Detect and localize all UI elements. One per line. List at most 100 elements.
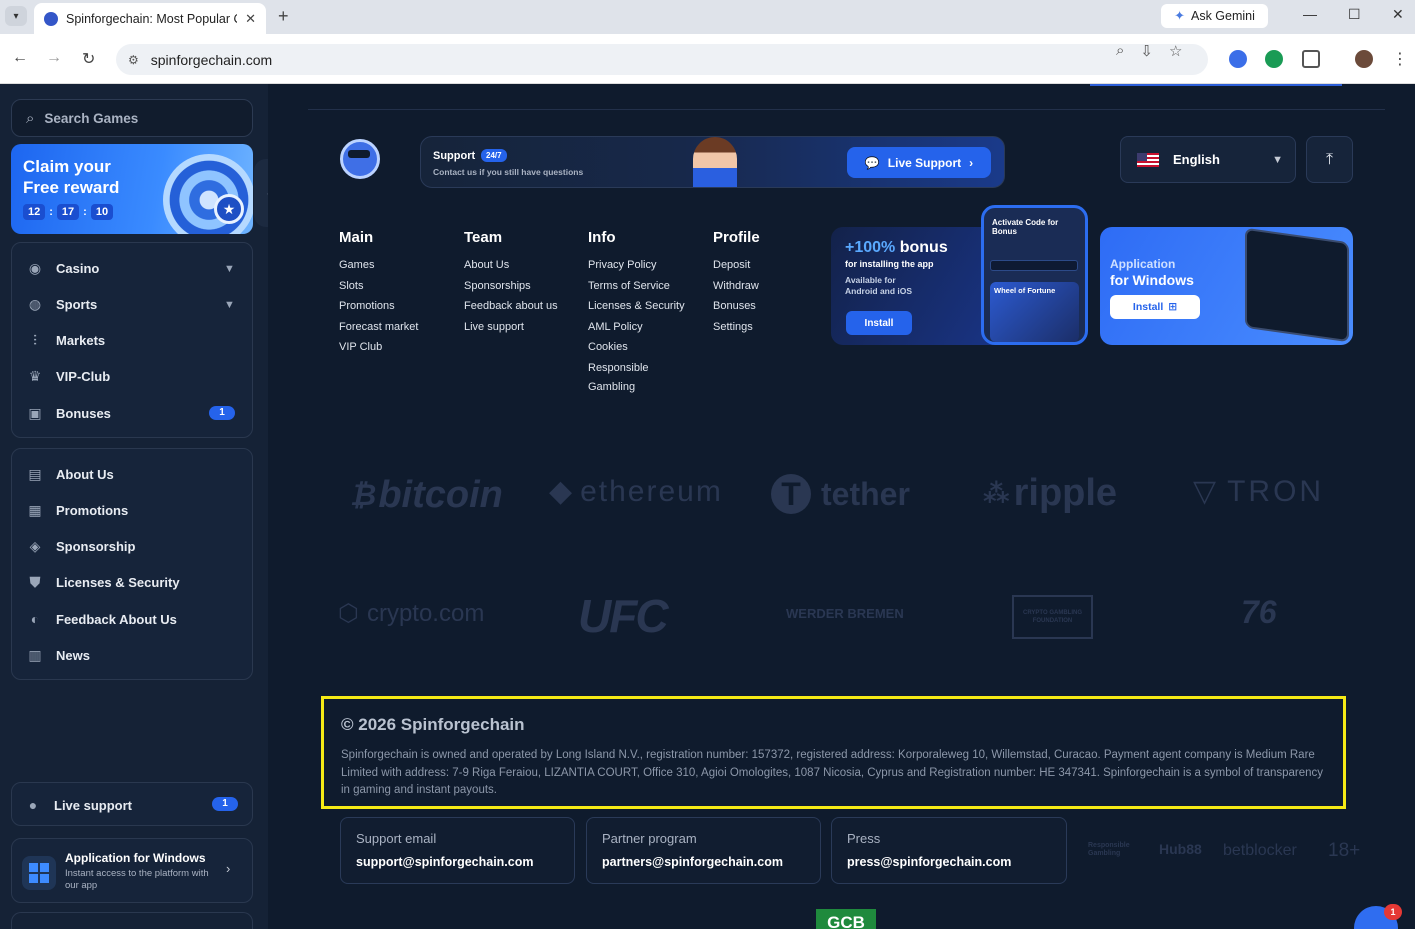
sidebar-item-casino[interactable]: ◉ Casino [26, 260, 99, 276]
contact-value: partners@spinforgechain.com [602, 855, 783, 869]
bonus-percent: +100% [845, 239, 896, 256]
us-flag-icon [1137, 152, 1159, 167]
footer-column-title: Info [588, 229, 616, 246]
app-windows-subtitle: Instant access to the platform with our … [65, 868, 209, 891]
bookmark-star-icon[interactable]: ☆ [1169, 42, 1182, 60]
footer-link[interactable]: Live support [464, 321, 558, 334]
sidebar-item-markets[interactable]: ⫶ Markets [26, 332, 105, 348]
gcb-license-logo[interactable]: GCB [816, 909, 876, 929]
language-select[interactable]: English ▼ [1120, 136, 1296, 183]
browser-tab[interactable]: Spinforgechain: Most Popular C ✕ [34, 3, 266, 34]
ask-gemini-button[interactable]: ✦ Ask Gemini [1161, 4, 1268, 28]
sidebar-item-label: Markets [56, 332, 106, 348]
contact-value: support@spinforgechain.com [356, 855, 534, 869]
extensions-puzzle-icon[interactable] [1302, 50, 1320, 68]
footer-link[interactable]: About Us [464, 259, 558, 272]
grammarly-extension-icon[interactable] [1265, 50, 1283, 68]
sidebar-item-bonuses[interactable]: ▣ Bonuses [26, 405, 111, 421]
footer-column-info: Info Privacy Policy Terms of Service Lic… [588, 229, 685, 401]
forward-icon[interactable]: → [46, 49, 62, 67]
install-windows-button[interactable]: Install ⊞ [1110, 295, 1200, 319]
back-icon[interactable]: ← [12, 49, 28, 67]
footer-link[interactable]: Gambling [588, 381, 685, 394]
sidebar-item-news[interactable]: ▥ News [26, 647, 90, 663]
url-text: spinforgechain.com [150, 51, 273, 68]
chevron-down-icon[interactable]: ▼ [224, 263, 235, 275]
footer-link[interactable]: VIP Club [339, 341, 418, 354]
sidebar-item-licenses-security[interactable]: ⛊ Licenses & Security [26, 574, 180, 590]
sidebar-app-windows[interactable]: Application for Windows Instant access t… [11, 838, 253, 903]
zoom-icon[interactable]: ⌕ [1116, 42, 1124, 60]
site-info-icon[interactable]: ⚙ [128, 53, 139, 67]
windows-app-line1: Application [1110, 257, 1176, 271]
footer-link[interactable]: Terms of Service [588, 280, 685, 293]
new-tab-icon[interactable]: + [278, 6, 289, 27]
chevron-right-icon: › [226, 861, 231, 876]
install-app-button[interactable]: Install [846, 311, 912, 335]
ripple-logo: ⁂ ripple [983, 472, 1117, 515]
sidebar-bottom-card [11, 912, 253, 929]
ripple-logo-text: ripple [1013, 472, 1118, 514]
footer-link[interactable]: Privacy Policy [588, 259, 685, 272]
footer-link[interactable]: Licenses & Security [588, 300, 685, 313]
footer-link[interactable]: Cookies [588, 341, 685, 354]
footer-link[interactable]: Settings [713, 321, 760, 334]
footer-column-title: Profile [713, 229, 760, 246]
partner-program-card[interactable]: Partner program partners@spinforgechain.… [586, 817, 821, 884]
sidebar-item-sponsorship[interactable]: ◈ Sponsorship [26, 538, 136, 554]
search-games-input[interactable]: ⌕ Search Games [11, 99, 253, 137]
footer-link[interactable]: AML Policy [588, 321, 685, 334]
sidebar-item-promotions[interactable]: ▦ Promotions [26, 502, 128, 518]
legal-text: Spinforgechain is owned and operated by … [341, 749, 1324, 796]
app-bonus-headline: +100% bonus [845, 239, 948, 257]
gemini-icon: ✦ [1174, 8, 1185, 23]
timer-seconds: 10 [90, 204, 114, 220]
responsible-gambling-logo: Responsible Gambling [1088, 842, 1130, 857]
footer-link[interactable]: Feedback about us [464, 300, 558, 313]
windows-app-banner: Application for Windows Install ⊞ [1100, 227, 1353, 345]
sidebar-item-feedback[interactable]: ◐ Feedback About Us [26, 611, 177, 627]
live-support-button[interactable]: 💬 Live Support › [847, 147, 991, 178]
werder-bremen-logo: WERDER BREMEN [786, 606, 904, 621]
footer-link[interactable]: Bonuses [713, 300, 760, 313]
sidebar-item-label: Sponsorship [56, 538, 136, 554]
browser-menu-icon[interactable]: ⋮ [1392, 49, 1408, 69]
chevron-down-icon: ▼ [1272, 153, 1283, 166]
tab-search-icon[interactable]: ▾ [5, 6, 27, 26]
close-window-icon[interactable]: ✕ [1392, 6, 1404, 23]
tron-icon: ▽ [1193, 475, 1220, 508]
close-tab-icon[interactable]: ✕ [245, 11, 256, 27]
bitcoin-logo: ₿ bitcoin [350, 474, 503, 517]
profile-avatar[interactable] [1355, 50, 1373, 68]
sidebar-live-support[interactable]: ● Live support 1 [11, 782, 253, 826]
contact-label: Partner program [602, 831, 697, 846]
news-icon: ▥ [28, 646, 42, 663]
free-reward-banner[interactable]: Claim your Free reward 12: 17: 10 ★ [11, 144, 253, 234]
footer-link[interactable]: Games [339, 259, 418, 272]
sidebar-item-sports[interactable]: ◍ Sports [26, 296, 97, 312]
footer-link[interactable]: Sponsorships [464, 280, 558, 293]
footer-link[interactable]: Responsible [588, 362, 685, 375]
favicon-icon [44, 11, 58, 26]
minimize-icon[interactable]: — [1303, 6, 1317, 22]
reward-title: Claim your Free reward [23, 157, 120, 197]
promotions-icon: ▦ [28, 501, 42, 518]
footer-link[interactable]: Promotions [339, 300, 418, 313]
footer-link[interactable]: Withdraw [713, 280, 760, 293]
scroll-to-top-button[interactable]: ⤒ [1306, 136, 1353, 183]
footer-link[interactable]: Deposit [713, 259, 760, 272]
reload-icon[interactable]: ↻ [82, 49, 95, 69]
footer-link[interactable]: Forecast market [339, 321, 418, 334]
press-card[interactable]: Press press@spinforgechain.com [831, 817, 1067, 884]
install-app-icon[interactable]: ⇩ [1140, 42, 1153, 60]
chevron-down-icon[interactable]: ▼ [224, 299, 235, 311]
maximize-icon[interactable]: ☐ [1348, 6, 1361, 23]
sidebar-item-label: About Us [56, 466, 114, 482]
support-email-card[interactable]: Support email support@spinforgechain.com [340, 817, 575, 884]
url-field[interactable]: ⚙ spinforgechain.com [116, 44, 1208, 75]
sports-ball-icon: ◍ [28, 295, 42, 312]
sidebar-item-about-us[interactable]: ▤ About Us [26, 466, 114, 482]
footer-link[interactable]: Slots [339, 280, 418, 293]
sidebar-item-vip-club[interactable]: ♛ VIP-Club [26, 368, 110, 384]
extension-icon[interactable] [1229, 50, 1247, 68]
